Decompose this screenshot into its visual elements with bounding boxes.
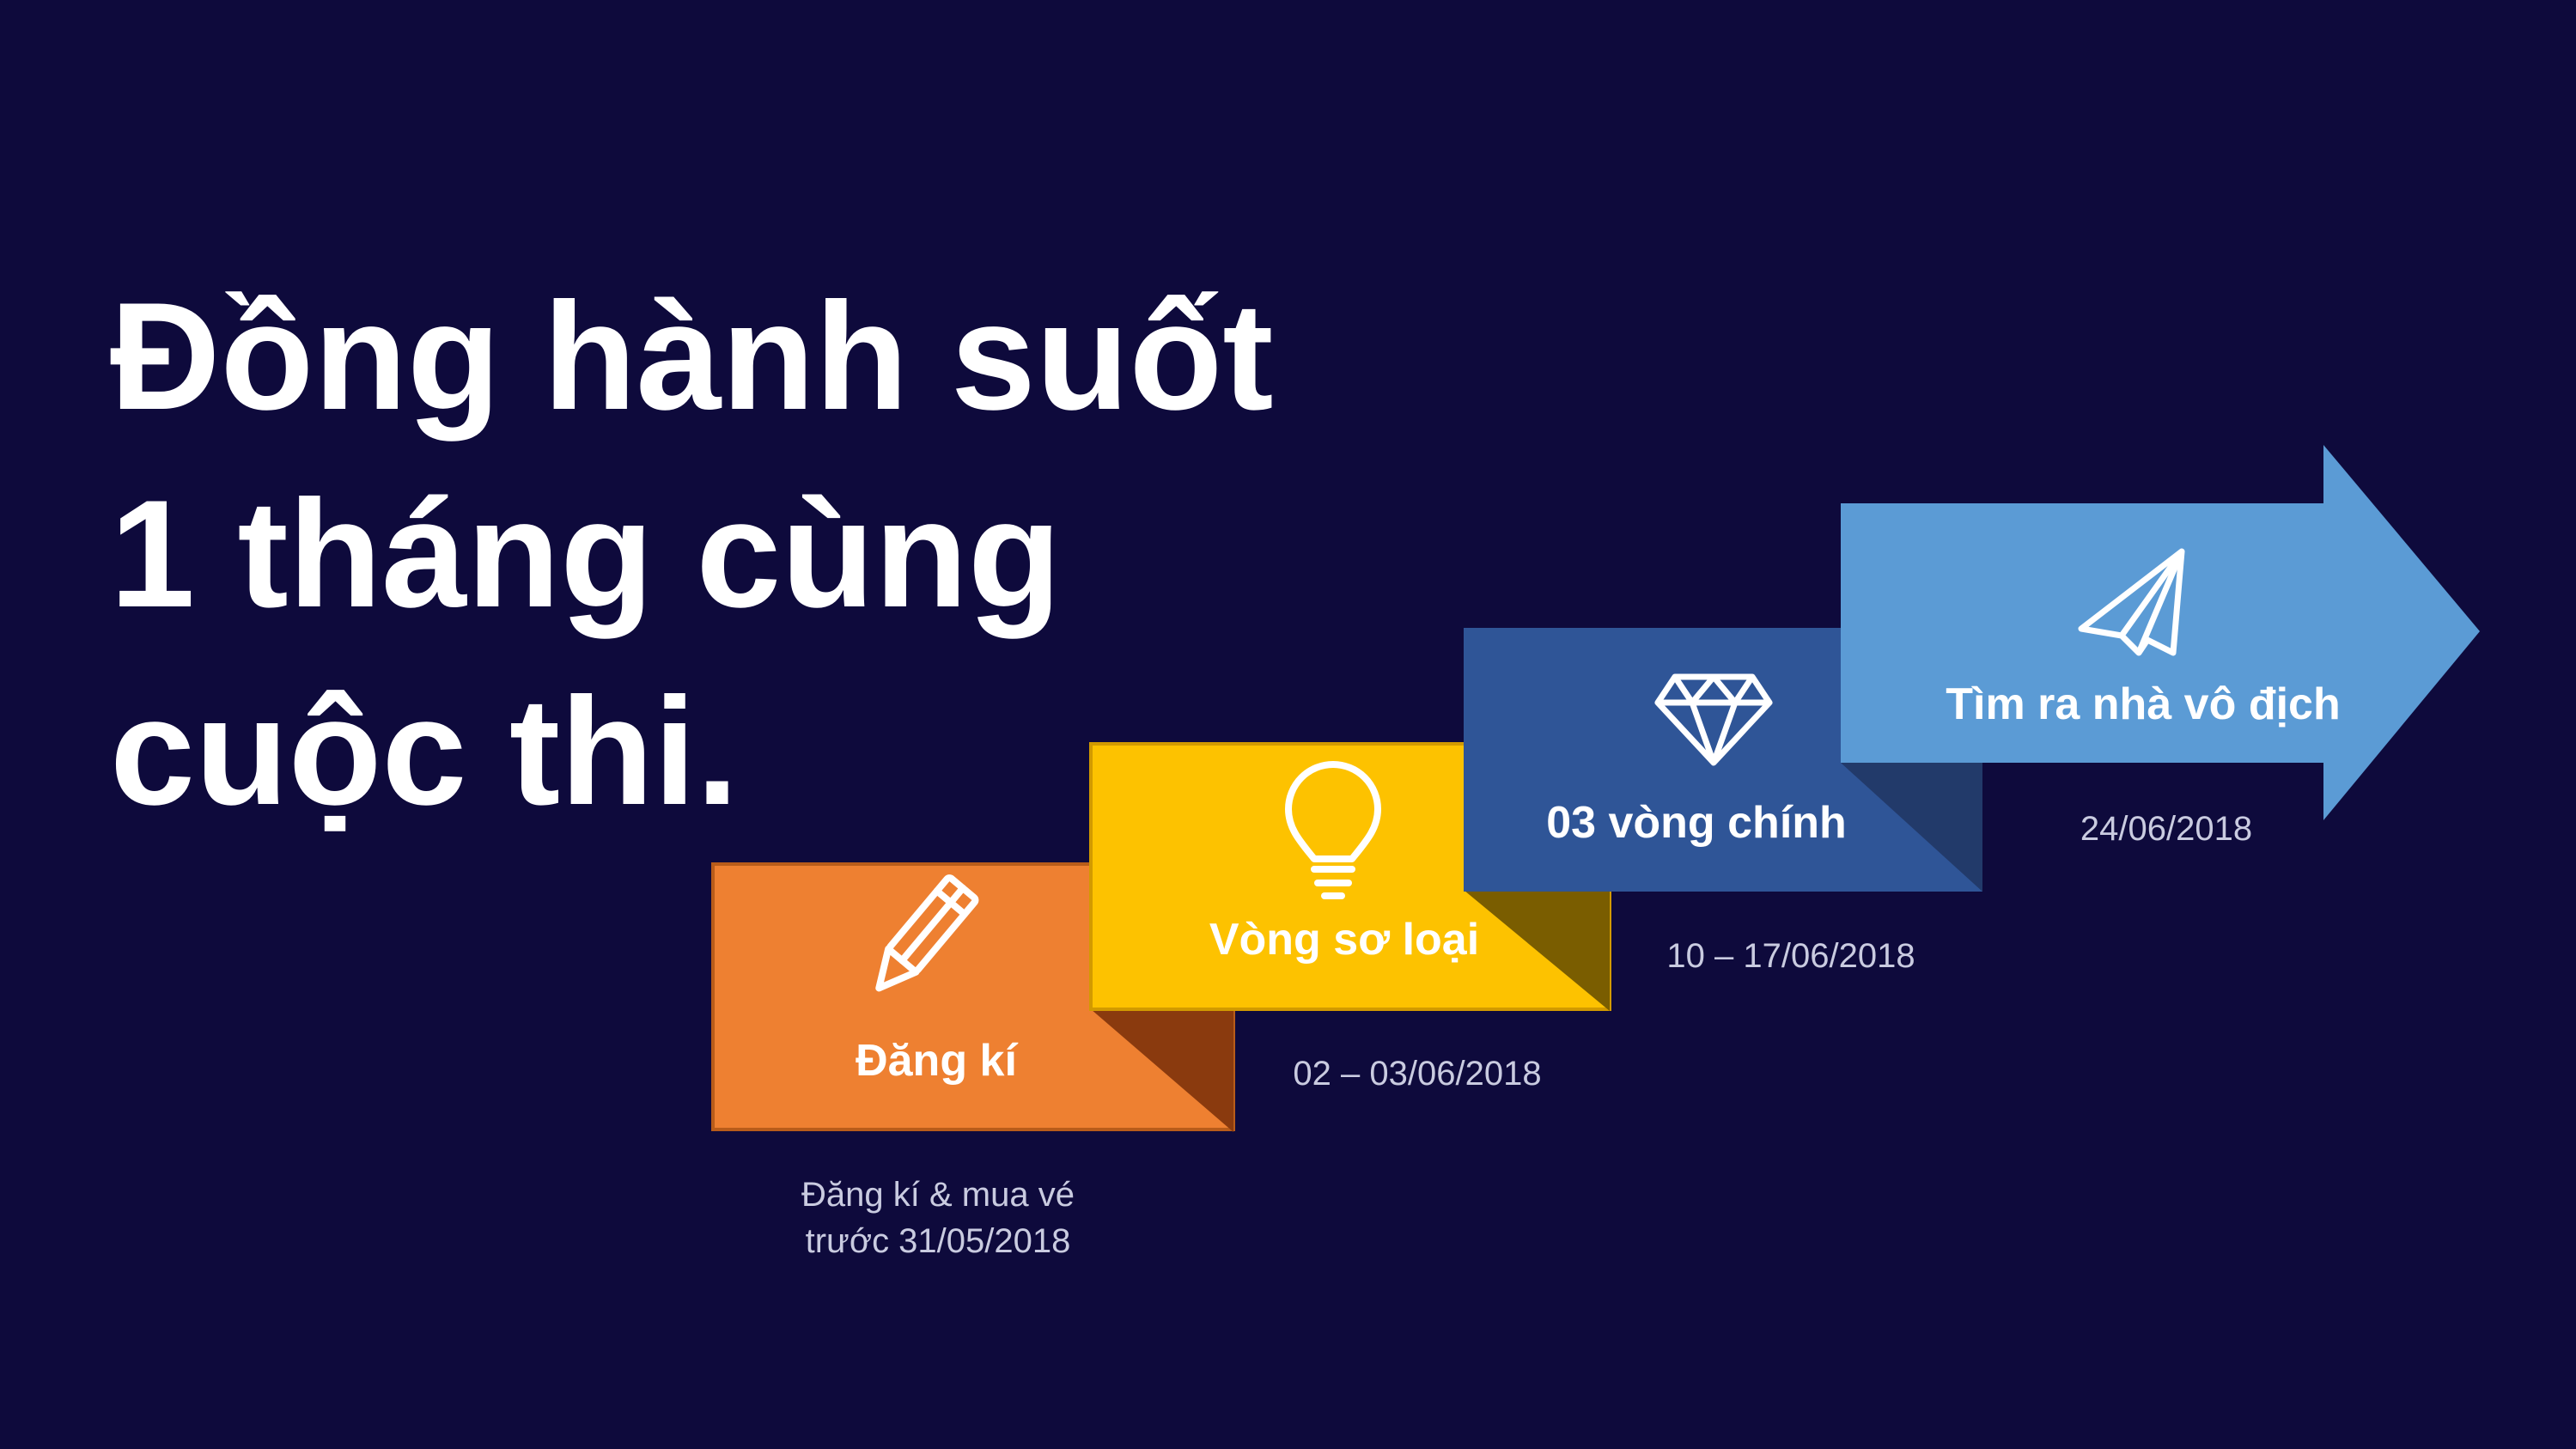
step-label-qualifier: Vòng sơ loại [1209, 915, 1480, 965]
step-date-champion: 24/06/2018 [2080, 810, 2253, 848]
step-label-register: Đăng kí [856, 1036, 1017, 1086]
step-date-register-line-2: trước 31/05/2018 [805, 1222, 1071, 1260]
step-label-main-rounds: 03 vòng chính [1546, 798, 1847, 848]
step-date-register-line-1: Đăng kí & mua vé [801, 1176, 1075, 1214]
step-date-main-rounds: 10 – 17/06/2018 [1666, 937, 1915, 975]
step-label-champion: Tìm ra nhà vô địch [1946, 679, 2341, 729]
step-date-register: Đăng kí & mua vé trước 31/05/2018 [801, 1172, 1075, 1264]
step-date-qualifier: 02 – 03/06/2018 [1293, 1055, 1542, 1093]
